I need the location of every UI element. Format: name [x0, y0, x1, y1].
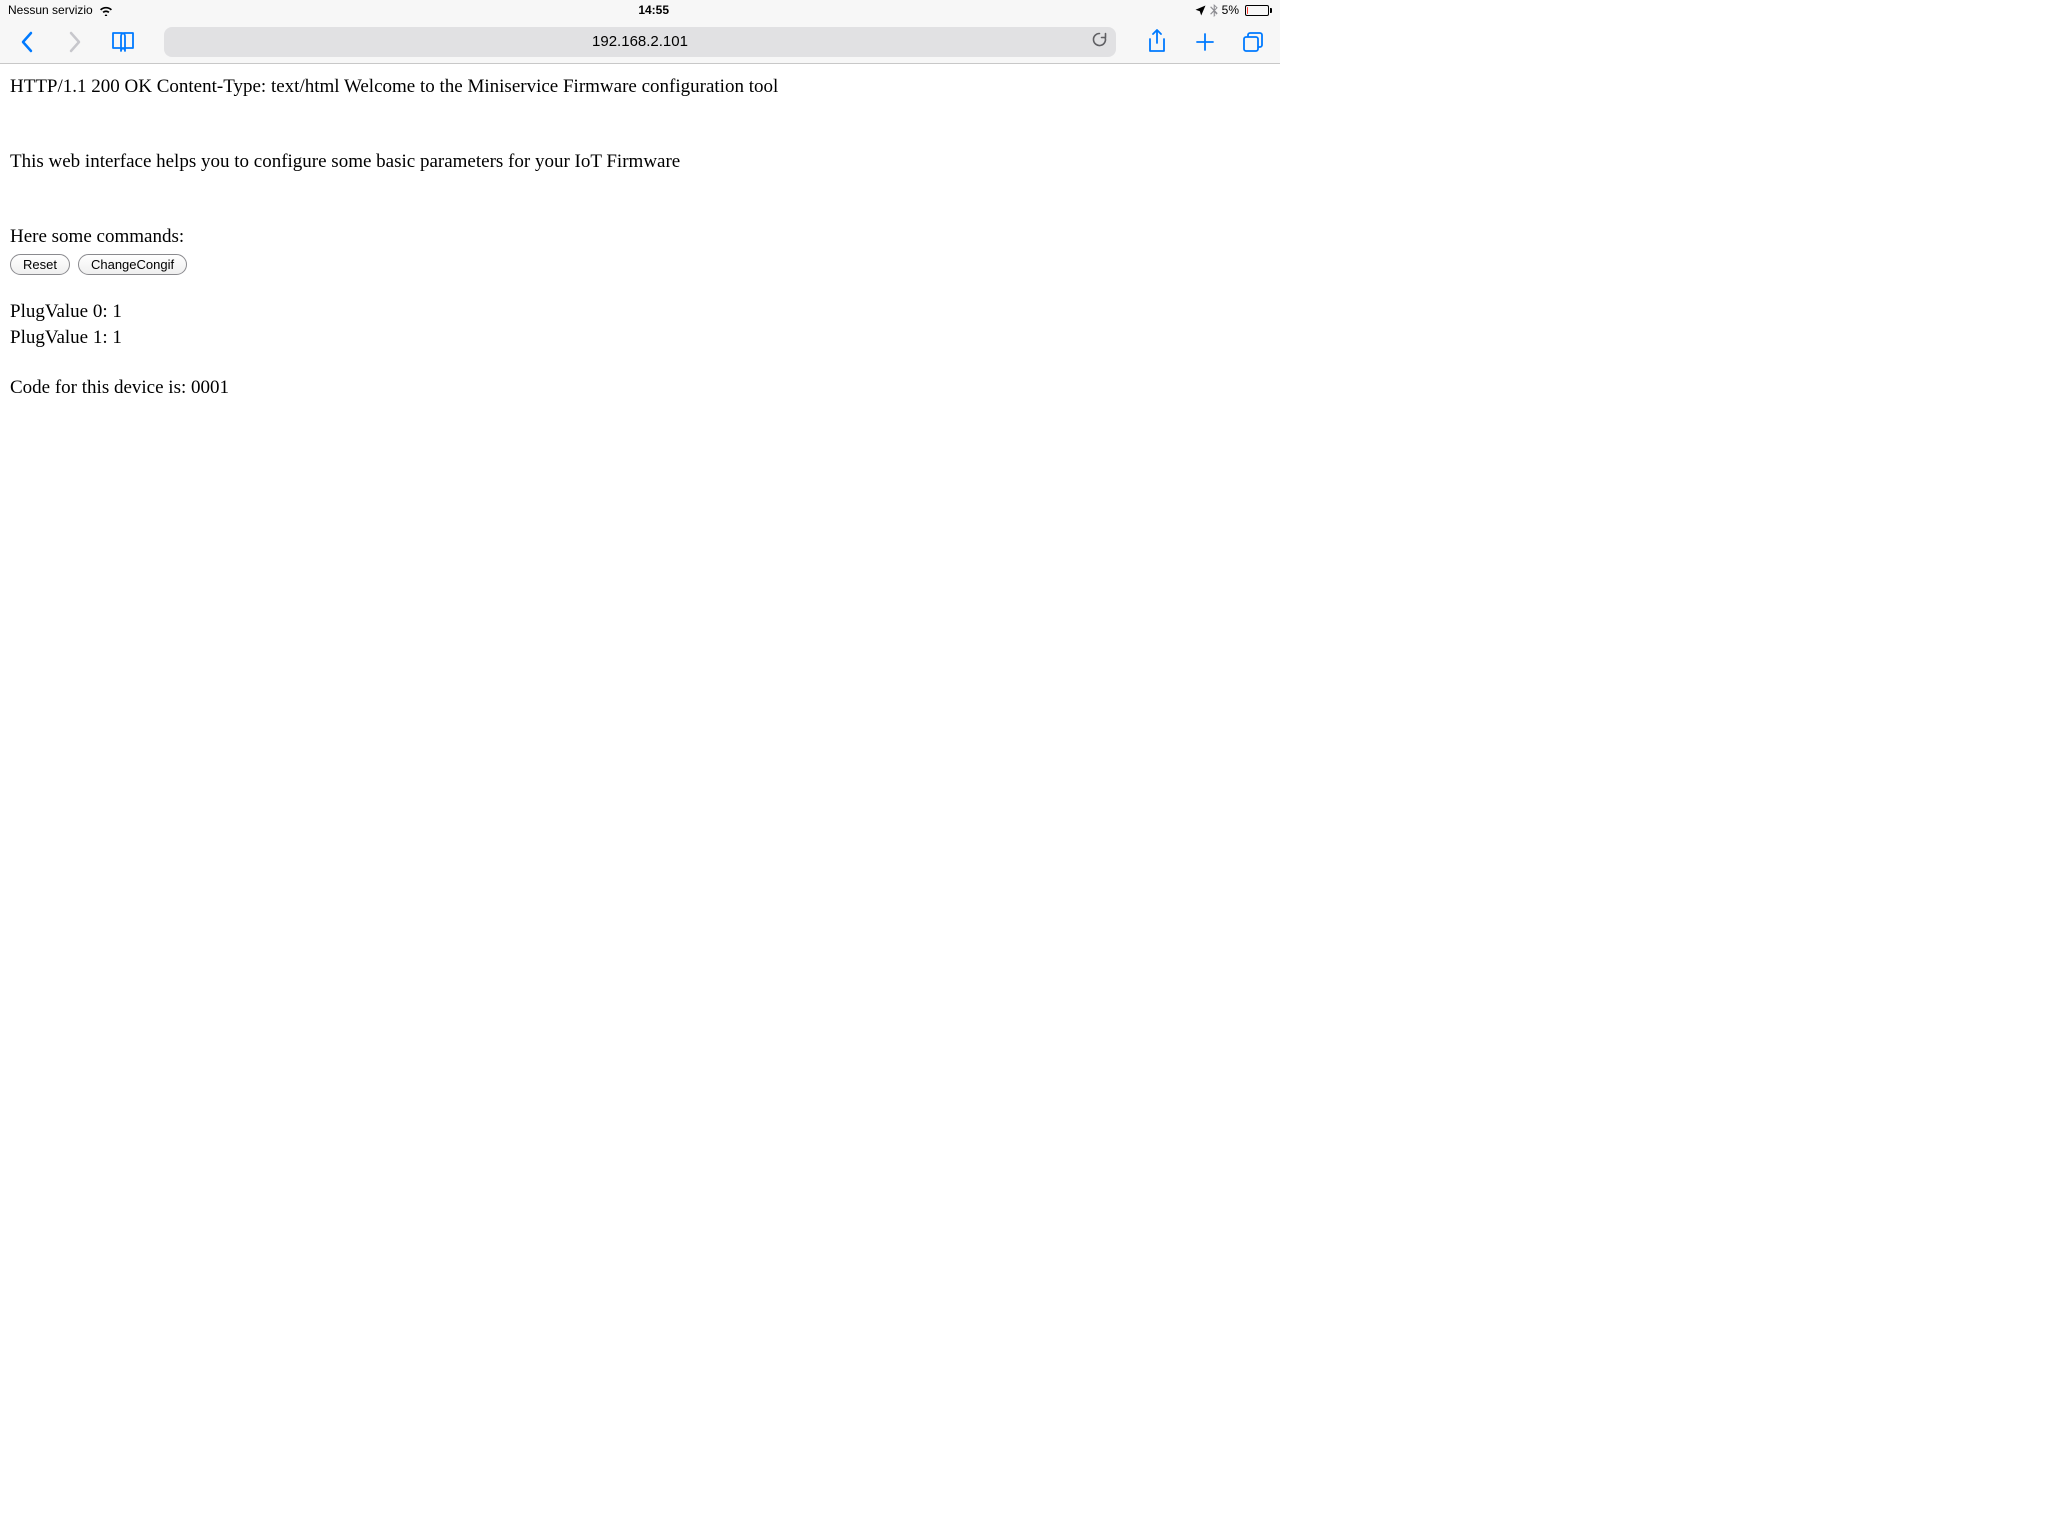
- url-text: 192.168.2.101: [592, 33, 688, 50]
- location-icon: [1195, 5, 1206, 16]
- reload-button[interactable]: [1091, 31, 1108, 53]
- battery-percent: 5%: [1222, 3, 1239, 17]
- device-code: Code for this device is: 0001: [10, 375, 1270, 401]
- battery-icon: [1243, 5, 1272, 16]
- status-left: Nessun servizio: [8, 3, 113, 17]
- reset-button[interactable]: Reset: [10, 254, 70, 275]
- intro-text: This web interface helps you to configur…: [10, 149, 1270, 175]
- bookmarks-button[interactable]: [108, 27, 138, 57]
- back-button[interactable]: [12, 27, 42, 57]
- plug-value-1: PlugValue 1: 1: [10, 325, 1270, 351]
- share-button[interactable]: [1142, 27, 1172, 57]
- page-content: HTTP/1.1 200 OK Content-Type: text/html …: [0, 64, 1280, 411]
- http-header-line: HTTP/1.1 200 OK Content-Type: text/html …: [10, 74, 1270, 100]
- tabs-button[interactable]: [1238, 27, 1268, 57]
- bluetooth-icon: [1210, 4, 1218, 17]
- new-tab-button[interactable]: [1190, 27, 1220, 57]
- address-bar[interactable]: 192.168.2.101: [164, 27, 1116, 57]
- commands-heading: Here some commands:: [10, 224, 1270, 250]
- change-config-button[interactable]: ChangeCongif: [78, 254, 187, 275]
- status-bar: Nessun servizio 14:55 5%: [0, 0, 1280, 20]
- wifi-icon: [99, 5, 113, 16]
- browser-toolbar: 192.168.2.101: [0, 20, 1280, 64]
- carrier-text: Nessun servizio: [8, 3, 93, 17]
- status-right: 5%: [1195, 3, 1272, 17]
- status-time: 14:55: [638, 3, 669, 17]
- plug-value-0: PlugValue 0: 1: [10, 299, 1270, 325]
- forward-button[interactable]: [60, 27, 90, 57]
